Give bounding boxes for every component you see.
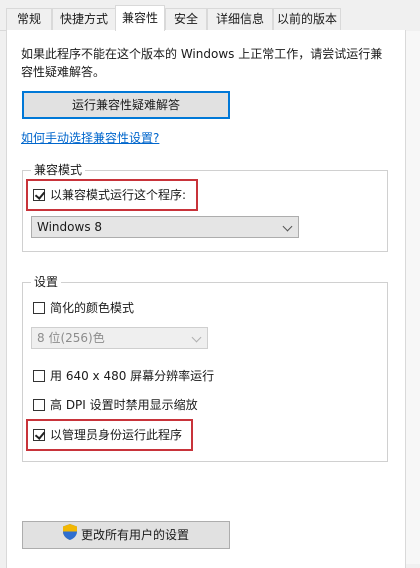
change-all-users-button[interactable]: 更改所有用户的设置 xyxy=(22,521,230,549)
change-all-users-label: 更改所有用户的设置 xyxy=(80,528,189,542)
high-dpi-label: 高 DPI 设置时禁用显示缩放 xyxy=(50,398,198,412)
checkbox-unchecked-icon xyxy=(33,302,45,314)
os-version-select[interactable]: Windows 8 xyxy=(31,216,299,238)
os-version-value: Windows 8 xyxy=(37,220,103,234)
chevron-down-icon xyxy=(191,332,202,343)
compat-mode-title: 兼容模式 xyxy=(31,163,86,177)
color-depth-value: 8 位(256)色 xyxy=(37,331,105,345)
run-as-admin-label: 以管理员身份运行此程序 xyxy=(50,428,183,442)
reduced-color-label: 简化的颜色模式 xyxy=(50,301,135,315)
tab-general[interactable]: 常规 xyxy=(6,8,52,30)
tab-previous-versions[interactable]: 以前的版本 xyxy=(273,8,341,30)
chevron-down-icon xyxy=(282,221,293,232)
compat-mode-checkbox[interactable]: 以兼容模式运行这个程序: xyxy=(33,187,186,203)
tab-details[interactable]: 详细信息 xyxy=(207,8,273,30)
reduced-color-checkbox[interactable]: 简化的颜色模式 xyxy=(33,300,134,316)
color-depth-select[interactable]: 8 位(256)色 xyxy=(31,327,208,349)
resolution-640-checkbox[interactable]: 用 640 x 480 屏幕分辨率运行 xyxy=(33,368,214,384)
run-troubleshooter-button[interactable]: 运行兼容性疑难解答 xyxy=(22,91,230,119)
high-dpi-checkbox[interactable]: 高 DPI 设置时禁用显示缩放 xyxy=(33,397,198,413)
settings-title: 设置 xyxy=(31,275,62,289)
checkbox-unchecked-icon xyxy=(33,399,45,411)
checkbox-unchecked-icon xyxy=(33,370,45,382)
tab-security[interactable]: 安全 xyxy=(165,8,207,30)
checkbox-checked-icon xyxy=(33,429,45,441)
checkbox-checked-icon xyxy=(33,189,45,201)
run-as-admin-checkbox[interactable]: 以管理员身份运行此程序 xyxy=(33,427,182,443)
window-edge xyxy=(406,31,420,564)
compat-mode-label: 以兼容模式运行这个程序: xyxy=(50,188,187,202)
intro-text: 如果此程序不能在这个版本的 Windows 上正常工作，请尝试运行兼 容性疑难解… xyxy=(21,45,401,81)
resolution-640-label: 用 640 x 480 屏幕分辨率运行 xyxy=(50,369,215,383)
intro-line-2: 容性疑难解答。 xyxy=(21,65,106,79)
tab-compatibility[interactable]: 兼容性 xyxy=(115,5,165,31)
manual-compat-settings-link[interactable]: 如何手动选择兼容性设置? xyxy=(21,129,159,146)
tab-strip: 常规 快捷方式 兼容性 安全 详细信息 以前的版本 xyxy=(0,0,420,31)
tab-shortcut[interactable]: 快捷方式 xyxy=(52,8,116,30)
uac-shield-icon xyxy=(62,523,77,549)
intro-line-1: 如果此程序不能在这个版本的 Windows 上正常工作，请尝试运行兼 xyxy=(21,47,383,61)
